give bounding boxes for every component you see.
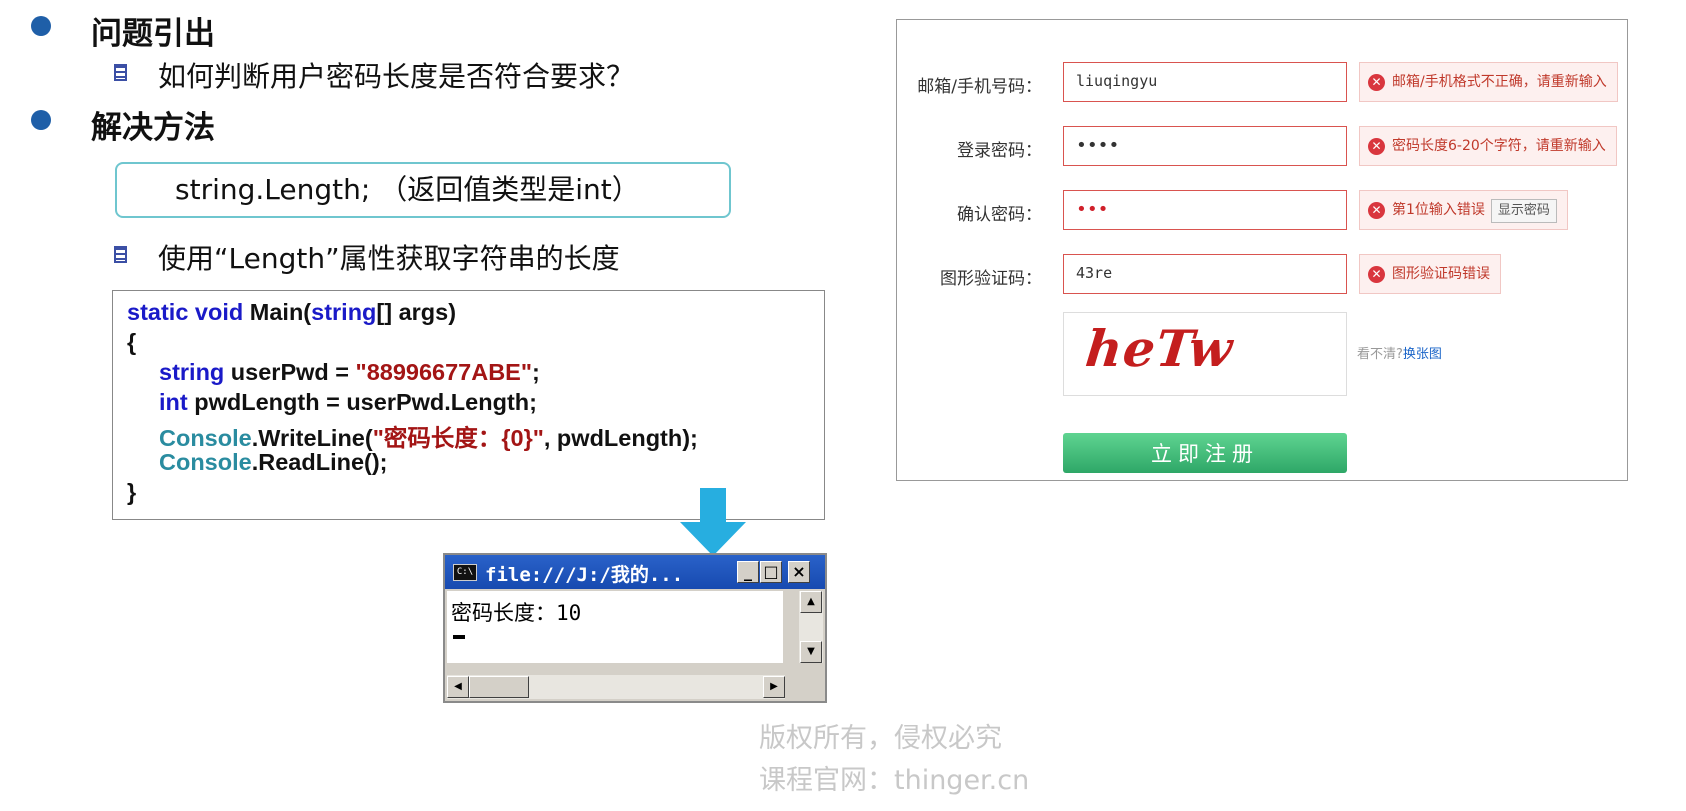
scroll-right-icon[interactable]: ▶ bbox=[763, 676, 785, 698]
scroll-left-icon[interactable]: ◀ bbox=[447, 676, 469, 698]
bullet-dot bbox=[31, 16, 51, 36]
code-line-1: static void Main(string[] args) bbox=[127, 299, 457, 325]
solution-callout: string.Length; （返回值类型是int） bbox=[115, 162, 731, 218]
bullet-dot bbox=[31, 110, 51, 130]
down-arrow-head-icon bbox=[680, 522, 746, 556]
error-icon: ✕ bbox=[1368, 138, 1385, 155]
error-icon: ✕ bbox=[1368, 266, 1385, 283]
minimize-button[interactable]: _ bbox=[737, 561, 759, 583]
password-error: ✕ 密码长度6-20个字符，请重新输入 bbox=[1359, 126, 1617, 166]
console-window[interactable]: C:\ file:///J:/我的... _ □ × 密码长度：10 ▲ ▼ ◀… bbox=[443, 553, 827, 703]
console-output: 密码长度：10 bbox=[451, 601, 582, 625]
website-watermark: 课程官网：thinger.cn bbox=[759, 765, 1030, 796]
confirm-password-error: ✕ 第1位输入错误 显示密码 bbox=[1359, 190, 1568, 230]
password-label: 登录密码： bbox=[957, 141, 1042, 161]
email-input[interactable]: liuqingyu bbox=[1063, 62, 1347, 102]
code-line-3: string userPwd = "88996677ABE"; bbox=[159, 359, 540, 385]
copyright-watermark: 版权所有，侵权必究 bbox=[759, 723, 1002, 754]
error-icon: ✕ bbox=[1368, 202, 1385, 219]
scroll-up-icon[interactable]: ▲ bbox=[800, 591, 822, 613]
code-line-2: { bbox=[127, 329, 137, 355]
registration-form: 邮箱/手机号码： liuqingyu ✕ 邮箱/手机格式不正确，请重新输入 登录密… bbox=[896, 19, 1628, 481]
code-line-7: } bbox=[127, 479, 137, 505]
email-error: ✕ 邮箱/手机格式不正确，请重新输入 bbox=[1359, 62, 1618, 102]
console-output-area[interactable]: 密码长度：10 bbox=[447, 591, 783, 663]
code-line-6: Console.ReadLine(); bbox=[159, 449, 388, 475]
list-bullet-icon bbox=[114, 246, 127, 263]
captcha-error: ✕ 图形验证码错误 bbox=[1359, 254, 1501, 294]
password-input[interactable]: •••• bbox=[1063, 126, 1347, 166]
down-arrow-icon bbox=[700, 488, 726, 524]
captcha-label: 图形验证码： bbox=[940, 269, 1042, 289]
close-button[interactable]: × bbox=[788, 561, 810, 583]
scroll-down-icon[interactable]: ▼ bbox=[800, 641, 822, 663]
section-title-solution: 解决方法 bbox=[91, 110, 215, 146]
console-title: file:///J:/我的... bbox=[485, 564, 684, 586]
scroll-thumb[interactable] bbox=[469, 676, 529, 698]
email-label: 邮箱/手机号码： bbox=[917, 77, 1042, 97]
code-line-5: Console.WriteLine("密码长度：{0}", pwdLength)… bbox=[159, 425, 698, 451]
captcha-text: heTw bbox=[1082, 319, 1237, 378]
section-title-problem: 问题引出 bbox=[91, 16, 215, 52]
text-cursor bbox=[453, 635, 465, 639]
console-app-icon: C:\ bbox=[453, 564, 477, 581]
horizontal-scrollbar[interactable]: ◀ ▶ bbox=[447, 675, 785, 699]
confirm-password-input[interactable]: ••• bbox=[1063, 190, 1347, 230]
captcha-input[interactable]: 43re bbox=[1063, 254, 1347, 294]
maximize-button[interactable]: □ bbox=[760, 561, 782, 583]
confirm-password-label: 确认密码： bbox=[957, 205, 1042, 225]
solution-description: 使用“Length”属性获取字符串的长度 bbox=[158, 242, 620, 275]
console-titlebar[interactable]: C:\ file:///J:/我的... _ □ × bbox=[445, 555, 825, 589]
captcha-image[interactable]: heTw bbox=[1063, 312, 1347, 396]
list-bullet-icon bbox=[114, 64, 127, 81]
code-block: static void Main(string[] args) { string… bbox=[112, 290, 825, 520]
refresh-captcha-link[interactable]: 换张图 bbox=[1403, 347, 1442, 362]
vertical-scrollbar[interactable]: ▲ ▼ bbox=[799, 591, 823, 663]
captcha-refresh: 看不清?换张图 bbox=[1357, 347, 1442, 362]
register-button[interactable]: 立即注册 bbox=[1063, 433, 1347, 473]
problem-question: 如何判断用户密码长度是否符合要求？ bbox=[158, 60, 635, 93]
code-line-4: int pwdLength = userPwd.Length; bbox=[159, 389, 537, 415]
error-icon: ✕ bbox=[1368, 74, 1385, 91]
show-password-button[interactable]: 显示密码 bbox=[1490, 199, 1557, 223]
